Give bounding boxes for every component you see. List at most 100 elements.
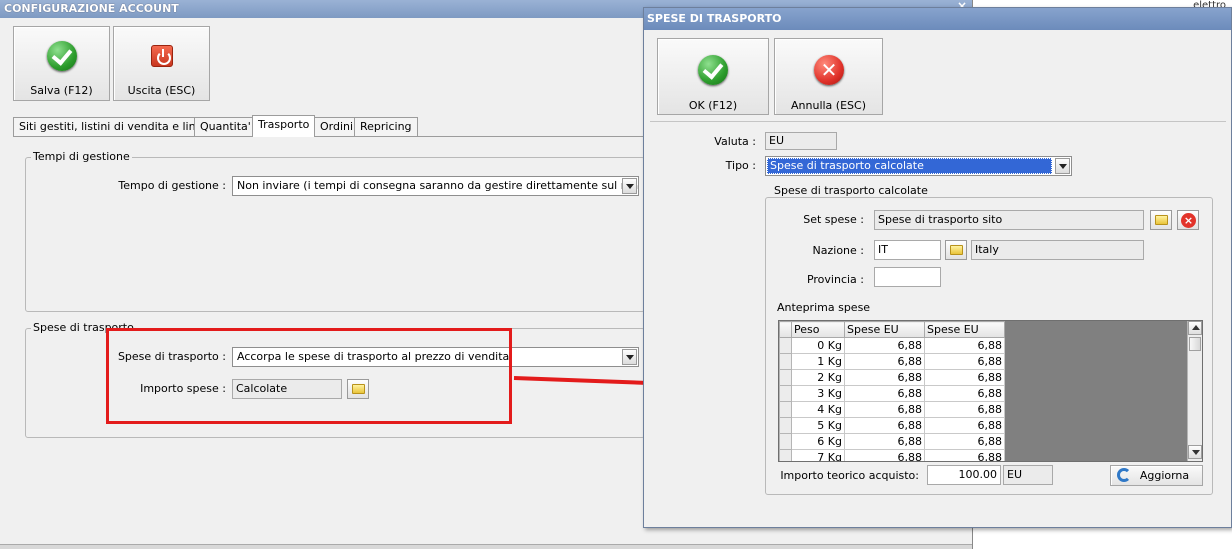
calcolate-group-title: Spese di trasporto calcolate xyxy=(772,184,930,197)
grid-header-row: Peso Spese EU Spese EU xyxy=(779,321,1005,338)
tab-ordini-label: Ordini xyxy=(320,120,354,133)
table-row[interactable]: 0 Kg 6,88 6,88 xyxy=(779,337,1005,354)
scroll-up-icon[interactable] xyxy=(1188,321,1202,335)
scrollbar-thumb[interactable] xyxy=(1189,337,1201,351)
set-spese-clear-button[interactable]: × xyxy=(1177,210,1199,230)
folder-icon xyxy=(1155,215,1168,225)
delete-icon: × xyxy=(1181,213,1196,228)
aggiorna-button[interactable]: Aggiorna xyxy=(1110,465,1203,486)
table-row[interactable]: 5 Kg 6,88 6,88 xyxy=(779,417,1005,434)
tab-siti-label: Siti gestiti, listini di vendita e lingu… xyxy=(19,120,217,133)
tab-trasporto-label: Trasporto xyxy=(258,118,310,131)
exit-button[interactable]: Uscita (ESC) xyxy=(113,26,210,101)
table-row[interactable]: 6 Kg 6,88 6,88 xyxy=(779,433,1005,450)
tab-siti[interactable]: Siti gestiti, listini di vendita e lingu… xyxy=(13,117,223,136)
dialog-title-text: SPESE DI TRASPORTO xyxy=(647,12,782,25)
spese-cell: 6,88 xyxy=(844,353,925,370)
spese-cell: 6,88 xyxy=(844,385,925,402)
tempo-select[interactable]: Non inviare (i tempi di consegna saranno… xyxy=(232,176,639,196)
peso-cell: 6 Kg xyxy=(791,433,845,450)
spese-cell: 6,88 xyxy=(924,369,1005,386)
spese-cell: 6,88 xyxy=(924,337,1005,354)
save-button[interactable]: Salva (F12) xyxy=(13,26,110,101)
anteprima-label: Anteprima spese xyxy=(777,301,871,314)
spese-cell: 6,88 xyxy=(844,337,925,354)
cancel-button[interactable]: ✕ Annulla (ESC) xyxy=(774,38,883,115)
valuta-field: EU xyxy=(765,132,837,150)
refresh-icon xyxy=(1117,468,1131,482)
table-row[interactable]: 3 Kg 6,88 6,88 xyxy=(779,385,1005,402)
aggiorna-button-label: Aggiorna xyxy=(1139,469,1190,482)
tab-repricing[interactable]: Repricing xyxy=(354,117,418,136)
peso-cell: 1 Kg xyxy=(791,353,845,370)
row-indicator xyxy=(779,401,792,418)
scroll-down-icon[interactable] xyxy=(1188,445,1202,459)
tempo-select-value: Non inviare (i tempi di consegna saranno… xyxy=(237,179,638,192)
spese-cell: 6,88 xyxy=(924,353,1005,370)
set-spese-label: Set spese : xyxy=(803,213,864,226)
exit-button-label: Uscita (ESC) xyxy=(127,84,196,97)
column-header-spese-2[interactable]: Spese EU xyxy=(924,321,1005,338)
spese-cell: 6,88 xyxy=(844,369,925,386)
set-spese-browse-button[interactable] xyxy=(1150,210,1172,230)
importo-currency-field: EU xyxy=(1003,465,1053,485)
nazione-code-input[interactable]: IT xyxy=(874,240,941,260)
valuta-value: EU xyxy=(769,134,785,147)
set-spese-field: Spese di trasporto sito xyxy=(874,210,1144,230)
row-indicator xyxy=(779,369,792,386)
close-icon: ✕ xyxy=(814,55,844,85)
tempo-label: Tempo di gestione : xyxy=(118,179,226,192)
importo-currency-value: EU xyxy=(1007,468,1023,481)
save-button-label: Salva (F12) xyxy=(30,84,93,97)
row-indicator xyxy=(779,385,792,402)
set-spese-value: Spese di trasporto sito xyxy=(878,213,1003,226)
importo-teorico-value: 100.00 xyxy=(958,468,998,481)
tipo-select[interactable]: Spese di trasporto calcolate xyxy=(765,156,1072,176)
ok-button-label: OK (F12) xyxy=(688,99,738,112)
tab-trasporto[interactable]: Trasporto xyxy=(252,115,316,137)
ok-button[interactable]: OK (F12) xyxy=(657,38,769,115)
tab-quantita[interactable]: Quantita' xyxy=(194,117,257,136)
column-header-spese-1[interactable]: Spese EU xyxy=(844,321,925,338)
folder-icon xyxy=(950,245,963,255)
tab-ordini[interactable]: Ordini xyxy=(314,117,360,136)
spese-cell: 6,88 xyxy=(924,385,1005,402)
row-indicator-header xyxy=(779,321,792,338)
chevron-down-icon[interactable] xyxy=(622,178,637,194)
main-window-title-text: CONFIGURAZIONE ACCOUNT xyxy=(4,2,179,15)
spese-cell: 6,88 xyxy=(844,433,925,450)
row-indicator xyxy=(779,417,792,434)
nazione-name-value: Italy xyxy=(975,243,999,256)
anteprima-grid[interactable]: Peso Spese EU Spese EU 0 Kg 6,88 6,88 1 Kg… xyxy=(778,320,1203,462)
spese-cell: 6,88 xyxy=(924,417,1005,434)
check-icon xyxy=(47,41,77,71)
table-row[interactable]: 2 Kg 6,88 6,88 xyxy=(779,369,1005,386)
provincia-label: Provincia : xyxy=(806,273,864,286)
table-row[interactable]: 1 Kg 6,88 6,88 xyxy=(779,353,1005,370)
grid-vertical-scrollbar[interactable] xyxy=(1187,321,1202,461)
power-icon xyxy=(151,45,173,67)
table-row[interactable]: 4 Kg 6,88 6,88 xyxy=(779,401,1005,418)
nazione-name-field: Italy xyxy=(971,240,1144,260)
spese-trasporto-dialog: SPESE DI TRASPORTO OK (F12) ✕ Annulla (E… xyxy=(643,7,1232,528)
spese-cell: 6,88 xyxy=(924,449,1005,461)
nazione-label: Nazione : xyxy=(812,244,864,257)
spese-cell: 6,88 xyxy=(924,433,1005,450)
row-indicator xyxy=(779,449,792,461)
check-icon xyxy=(698,55,728,85)
row-indicator xyxy=(779,433,792,450)
provincia-input[interactable] xyxy=(874,267,941,287)
table-row[interactable]: 7 Kg 6,88 6,88 xyxy=(779,449,1005,461)
column-header-peso[interactable]: Peso xyxy=(791,321,845,338)
annotation-highlight-box xyxy=(106,328,512,424)
valuta-label: Valuta : xyxy=(714,135,756,148)
peso-cell: 0 Kg xyxy=(791,337,845,354)
nazione-browse-button[interactable] xyxy=(945,240,967,260)
spese-cell: 6,88 xyxy=(844,417,925,434)
peso-cell: 2 Kg xyxy=(791,369,845,386)
spese-cell: 6,88 xyxy=(844,449,925,461)
divider xyxy=(650,121,1226,122)
tipo-select-value: Spese di trasporto calcolate xyxy=(770,159,924,172)
chevron-down-icon[interactable] xyxy=(1055,158,1070,174)
importo-teorico-input[interactable]: 100.00 xyxy=(927,465,1001,485)
